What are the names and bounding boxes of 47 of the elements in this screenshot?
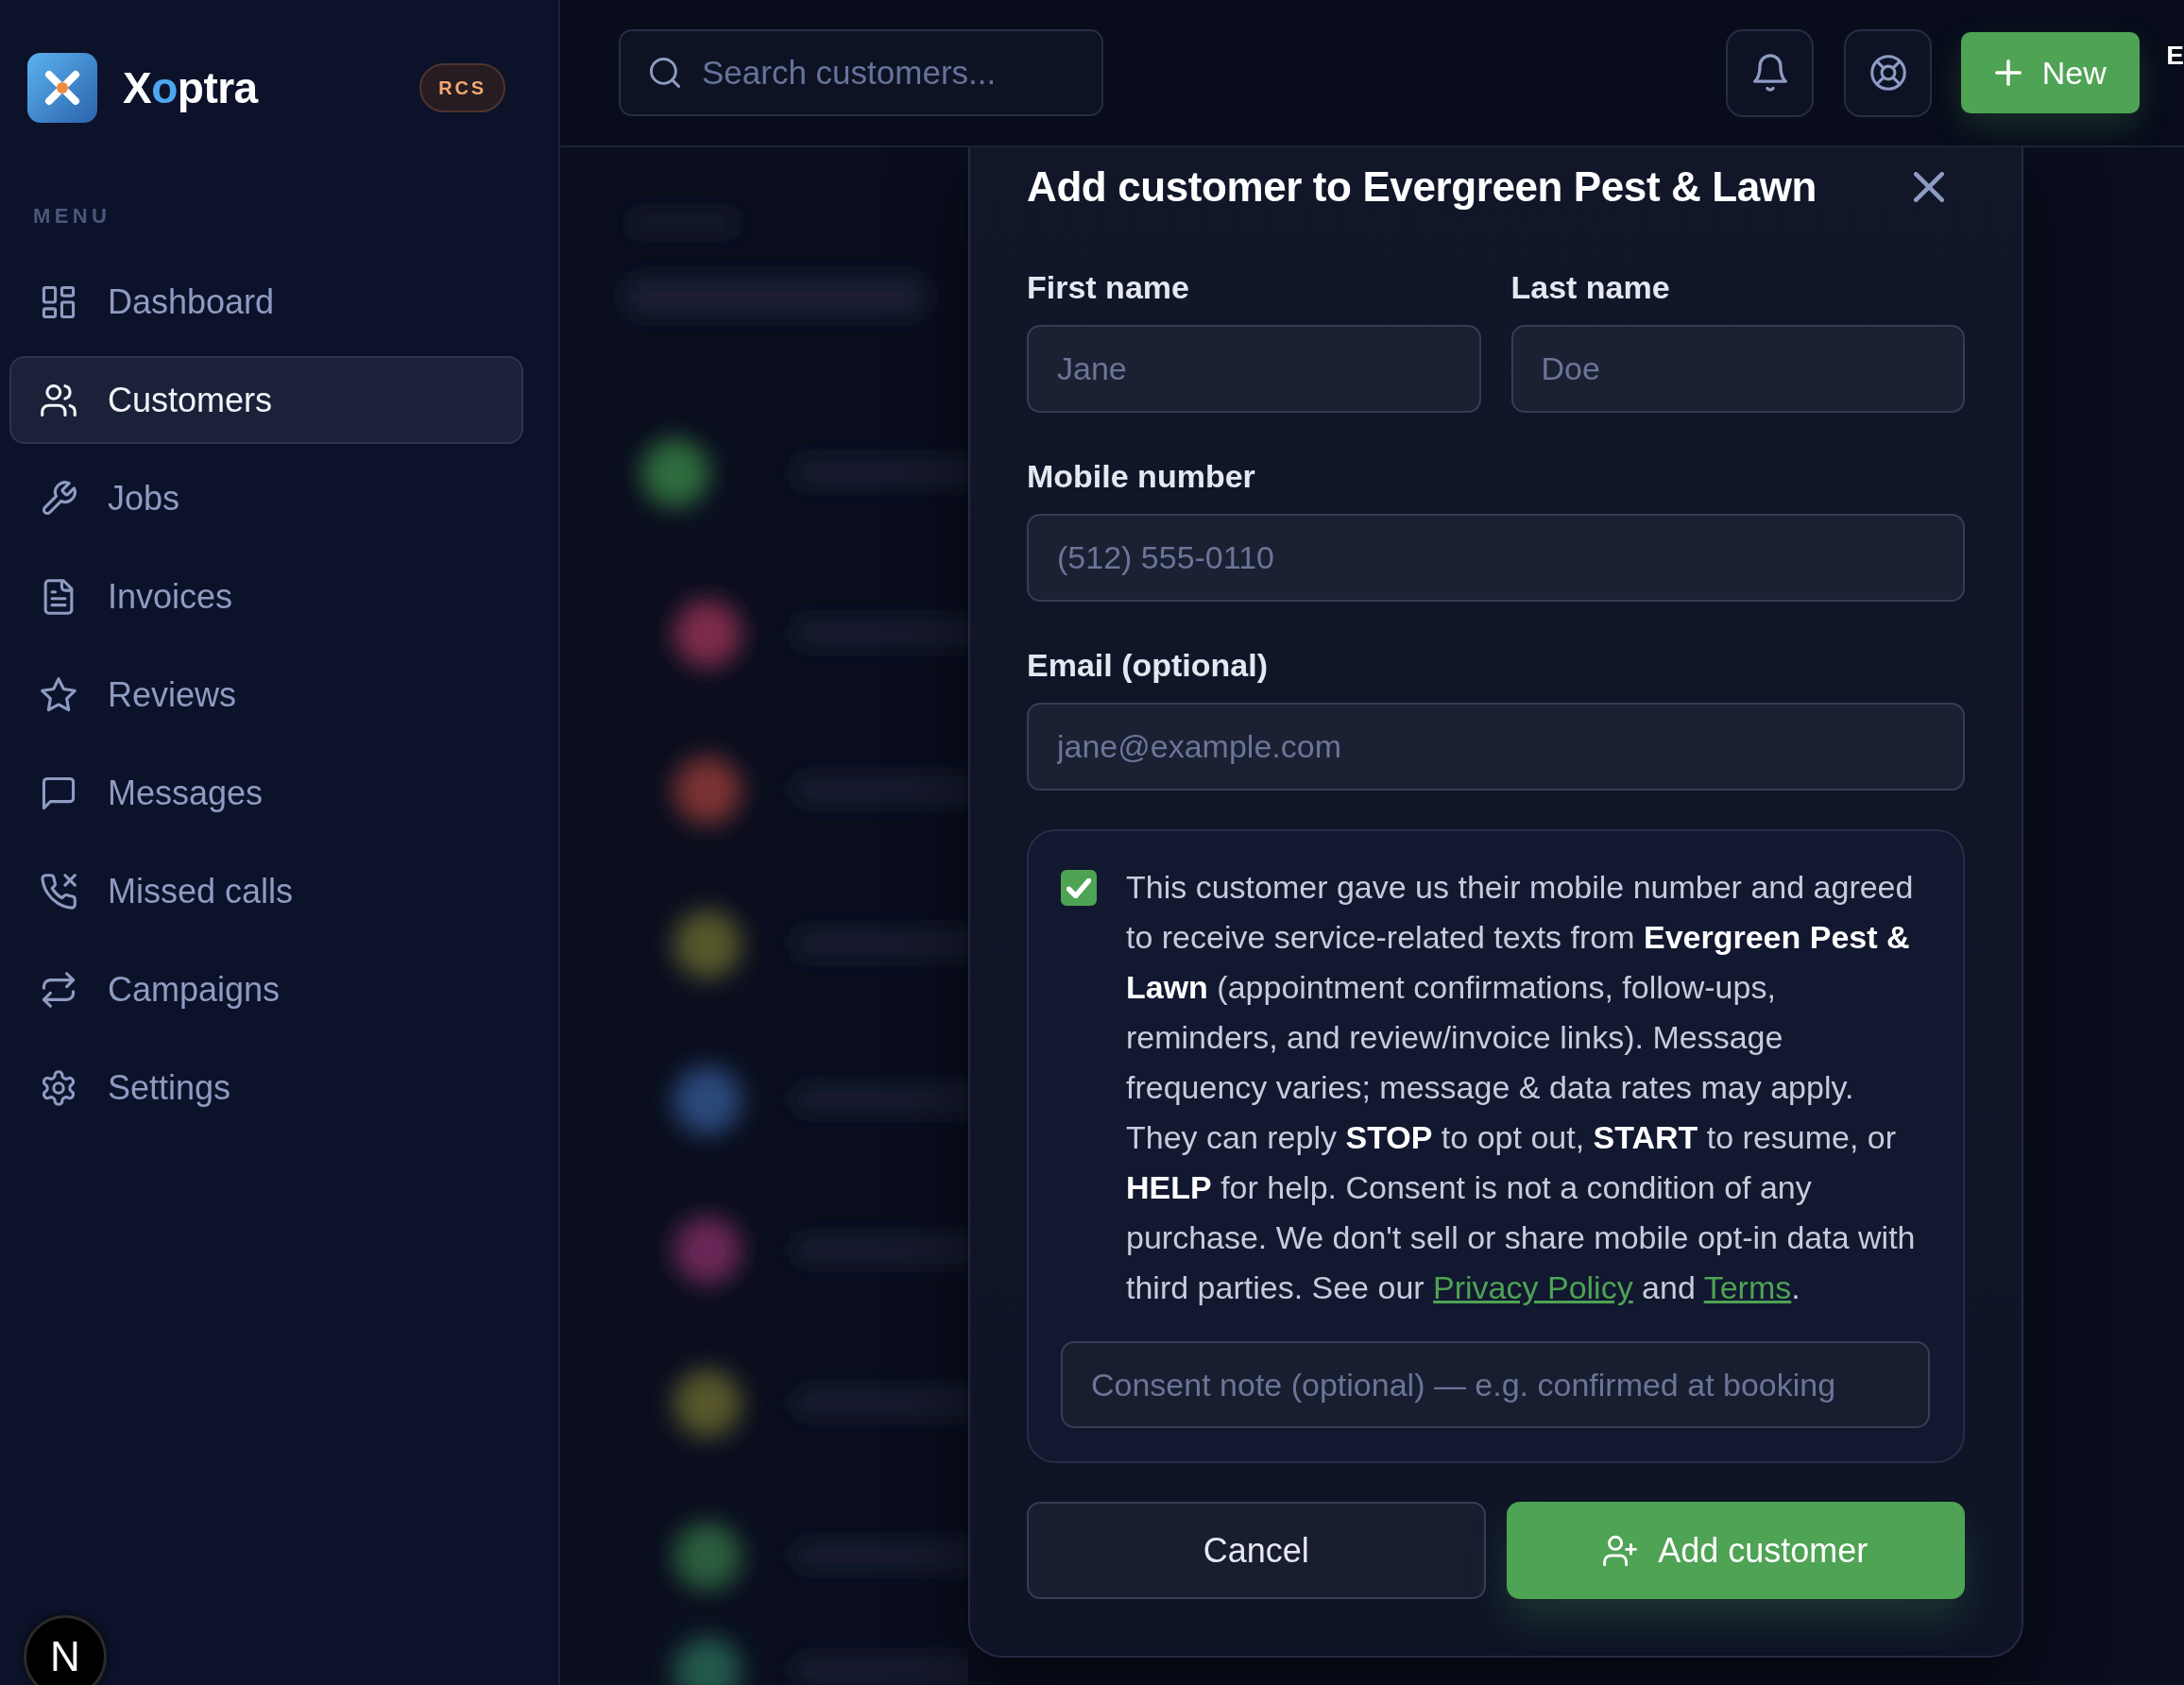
nav-item[interactable]: Reviews	[9, 651, 523, 739]
brand-name: Xoptra	[123, 63, 258, 112]
mobile-number-field[interactable]: (512) 555-0110	[1027, 514, 1965, 602]
dev-indicator-button[interactable]: N	[24, 1615, 107, 1685]
field-label: Mobile number	[1027, 457, 1255, 496]
close-icon	[1914, 172, 1944, 202]
privacy-policy-link[interactable]: Privacy Policy	[1433, 1269, 1633, 1305]
nav-item[interactable]: Settings	[9, 1044, 523, 1132]
user-plus-icon	[1603, 1534, 1638, 1567]
edge-text: E	[2166, 40, 2184, 72]
star-icon	[41, 676, 77, 713]
nav-item[interactable]: Customers	[9, 356, 523, 444]
lifebuoy-icon	[1869, 54, 1906, 92]
search-field[interactable]: Search customers...	[619, 29, 1103, 116]
users-icon	[41, 382, 77, 418]
last-name-field[interactable]: Doe	[1510, 325, 1965, 413]
plus-icon	[1994, 60, 2022, 86]
nav-item[interactable]: Dashboard	[9, 258, 523, 346]
field-label: Last name	[1510, 268, 1670, 307]
settings-icon	[41, 1069, 77, 1106]
menu-heading: MENU	[33, 203, 111, 230]
cancel-button[interactable]: Cancel	[1027, 1502, 1486, 1599]
nav-item[interactable]: Jobs	[9, 454, 523, 542]
nav-item[interactable]: Campaigns	[9, 945, 523, 1033]
consent-checkbox[interactable]	[1061, 870, 1097, 906]
field-label: First name	[1027, 268, 1189, 307]
nav-item[interactable]: Missed calls	[9, 847, 523, 935]
wrench-icon	[41, 480, 77, 517]
consent-text: This customer gave us their mobile number and agreed to receive service-related texts from Evergreen Pest & Lawn (appointment confirmations, follow-ups, reminders, and review/invoice links). Message frequency varies; message & data rates may apply. They can reply STOP to opt out, START to resume, or HELP for help. Consent is not a condition of any purchase. We don't sell or share mobile opt-in data with third parties. See our Privacy Policy and Terms.	[1126, 868, 1917, 1307]
rcs-badge: RCS	[419, 63, 505, 112]
dashboard-grid-icon	[41, 283, 77, 320]
phone-missed-icon	[41, 873, 77, 910]
nav-item[interactable]: Invoices	[9, 553, 523, 640]
field-label: Email (optional)	[1027, 646, 1268, 685]
first-name-field[interactable]: Jane	[1027, 325, 1481, 413]
repeat-arrows-icon	[41, 971, 77, 1008]
help-button[interactable]	[1844, 28, 1933, 117]
bell-icon	[1751, 54, 1788, 92]
consent-note-field[interactable]: Consent note (optional) — e.g. confirmed at booking	[1061, 1341, 1930, 1428]
chat-bubble-icon	[41, 774, 77, 811]
logo-icon	[27, 53, 97, 123]
terms-link[interactable]: Terms	[1703, 1269, 1792, 1305]
notifications-button[interactable]	[1726, 28, 1815, 117]
search-icon	[649, 57, 681, 89]
checkmark-icon	[1066, 877, 1091, 898]
nav-item[interactable]: Messages	[9, 749, 523, 837]
dialog-title: Add customer to Evergreen Pest & Lawn	[1027, 163, 1817, 211]
